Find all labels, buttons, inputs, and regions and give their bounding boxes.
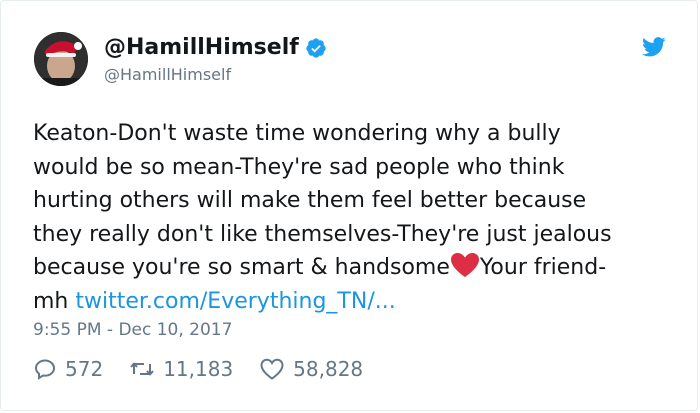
screen-name[interactable]: @HamillHimself <box>104 65 327 85</box>
retweet-button[interactable]: 11,183 <box>129 357 233 381</box>
tweet-link[interactable]: twitter.com/Everything_TN/... <box>75 289 395 314</box>
like-count: 58,828 <box>293 357 364 381</box>
user-header: @HamillHimself @HamillHimself <box>104 35 327 85</box>
reply-count: 572 <box>65 357 104 381</box>
verified-badge-icon <box>305 37 327 59</box>
reply-icon <box>34 359 56 380</box>
avatar[interactable] <box>34 32 88 86</box>
like-button[interactable]: 58,828 <box>259 357 363 381</box>
retweet-icon <box>130 362 154 376</box>
reply-button[interactable]: 572 <box>33 357 103 381</box>
retweet-count: 11,183 <box>163 357 234 381</box>
tweet-text: Keaton-Don't waste time wondering why a … <box>33 117 683 319</box>
heart-outline-icon <box>260 358 284 380</box>
twitter-bird-icon[interactable] <box>642 37 666 57</box>
tweet-actions: 572 11,183 58,828 <box>33 357 389 381</box>
display-name[interactable]: @HamillHimself <box>104 35 299 61</box>
tweet-timestamp[interactable]: 9:55 PM - Dec 10, 2017 <box>33 319 232 341</box>
red-heart-icon <box>450 252 480 278</box>
tweet-card: @HamillHimself @HamillHimself Keaton-Don… <box>0 0 698 411</box>
